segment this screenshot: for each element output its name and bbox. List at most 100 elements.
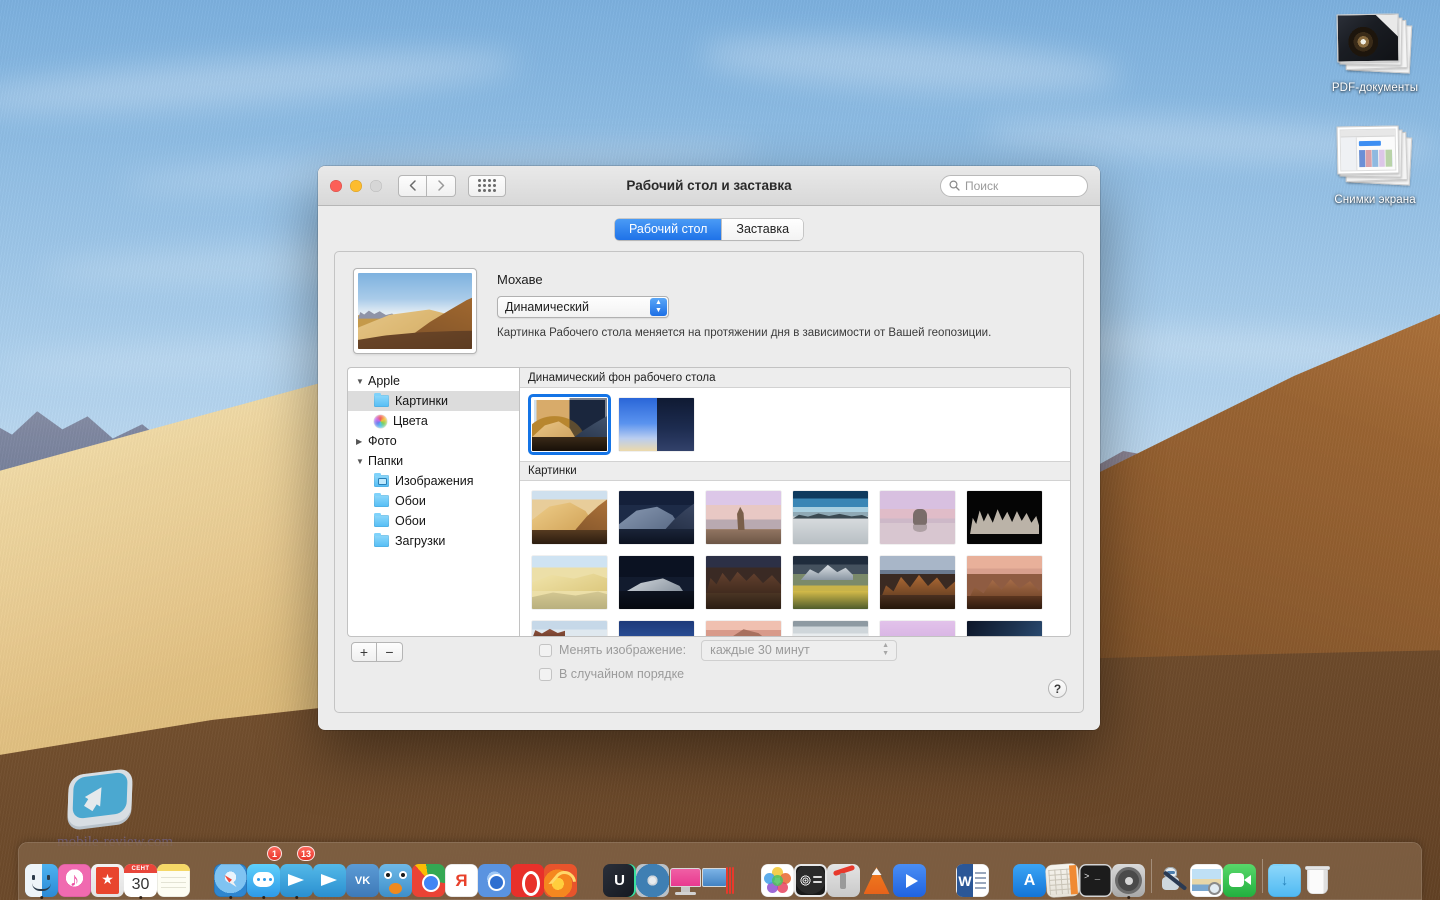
thumb-mojave-day[interactable] [532,491,607,544]
chevron-updown-icon: ▲ ▼ [882,642,890,657]
dock-item-trash[interactable] [1301,849,1334,897]
dock-item-firefox[interactable] [544,849,577,897]
dock-item-chrome[interactable] [412,849,445,897]
dock-item-numbers[interactable] [1044,849,1081,899]
dock-item-word[interactable]: W [956,849,989,897]
search-field[interactable] [940,174,1088,197]
forward-button[interactable] [427,174,456,197]
interval-popup[interactable]: каждые 30 минут ▲ ▼ [701,639,898,661]
tab-desktop[interactable]: Рабочий стол [614,219,722,240]
show-all-grid-button[interactable] [468,174,506,197]
dock-item-chromium[interactable] [478,849,511,897]
close-button[interactable] [330,179,342,192]
dock-item-vlc[interactable] [860,849,893,897]
dock-item-notes[interactable] [157,849,190,897]
sidebar-group-label: Папки [368,454,404,468]
calendar-month-label: СЕНТ [124,864,157,873]
thumb-mojave-dynamic[interactable] [528,394,611,455]
window-titlebar[interactable]: Рабочий стол и заставка [318,166,1100,206]
dock-item-itunes[interactable] [58,849,91,897]
dock-item-parallels[interactable] [702,849,735,897]
sidebar-item-label: Обои [395,494,426,508]
wallpaper-mode-popup[interactable]: Динамический ▲ ▼ [497,296,669,318]
dock-item-calendar[interactable]: СЕНТ 30 [124,849,157,897]
dock-item-app-store[interactable] [1013,849,1046,897]
dock-item-bookmark-app[interactable] [91,849,124,897]
dock-item-photos[interactable] [761,849,794,897]
minimize-button[interactable] [350,179,362,192]
sidebar-item-wallpapers-2[interactable]: Обои [348,511,519,531]
disclosure-triangle-icon[interactable]: ▼ [356,457,366,466]
change-image-checkbox[interactable] [539,643,552,657]
system-preferences-window: Рабочий стол и заставка Рабочий стол Зас… [318,166,1100,730]
sidebar-item-downloads[interactable]: Загрузки [348,531,519,551]
sidebar-group-label: Фото [368,434,397,448]
change-image-row: Менять изображение: каждые 30 минут ▲ ▼ [539,638,898,662]
dock-item-terminal[interactable] [1079,849,1112,897]
dock-item-automator[interactable] [1157,849,1190,897]
dock-item-disk-utility[interactable] [636,849,669,897]
back-button[interactable] [398,174,427,197]
dock-item-telegram-alt[interactable] [313,849,346,897]
sidebar-group-photos[interactable]: ▶ Фото [348,431,519,451]
sidebar-item-images[interactable]: Изображения [348,471,519,491]
wallpaper-preview[interactable] [353,268,477,354]
dock-item-clear-vpn[interactable] [603,849,636,897]
thumb-lake-twilight[interactable] [793,491,868,544]
disclosure-triangle-icon[interactable]: ▶ [356,437,366,446]
thumb-tufa-night[interactable] [967,491,1042,544]
stepper-icon[interactable]: ▲ ▼ [650,298,667,316]
pdf-stack-icon [1336,13,1413,76]
dock-item-finder[interactable] [25,849,58,897]
add-folder-button[interactable]: + [351,642,377,662]
folder-icon [374,492,389,507]
help-button[interactable]: ? [1048,679,1067,698]
dock-item-yandex-browser[interactable] [445,849,478,897]
random-order-checkbox[interactable] [539,667,552,681]
desktop-icon-screenshots[interactable]: Снимки экрана [1310,125,1440,206]
wallpaper-gallery[interactable]: Динамический фон рабочего стола Картинки [519,367,1071,637]
thumb-red-rocks[interactable] [706,556,781,609]
dock-item-opera[interactable] [511,849,544,897]
zoom-button[interactable] [370,179,382,192]
thumb-dunes-pale[interactable] [532,556,607,609]
watermark: mobile-review.com [40,767,190,852]
thumb-high-sierra-lake[interactable] [793,556,868,609]
tab-screensaver[interactable]: Заставка [721,219,804,240]
dock[interactable]: СЕНТ 30 1 13 [18,842,1422,900]
screenshot-stack-icon [1336,125,1413,188]
dock-item-telegram[interactable]: 13 [280,846,315,897]
thumb-dune-dark-night[interactable] [619,556,694,609]
sidebar-group-folders[interactable]: ▼ Папки [348,451,519,471]
remove-folder-button[interactable]: − [377,642,403,662]
desktop-icon-pdf-documents[interactable]: PDF-документы [1310,13,1440,94]
sidebar-item-colors[interactable]: Цвета [348,411,519,431]
dock-item-tweetbot[interactable] [379,849,412,897]
dock-item-imac-app[interactable] [669,849,702,897]
tab-bar: Рабочий стол Заставка [318,206,1100,251]
sidebar-group-apple[interactable]: ▼ Apple [348,371,519,391]
dock-item-radio[interactable] [794,849,827,897]
thumb-mojave-night[interactable] [619,491,694,544]
dock-item-messages[interactable]: 1 [247,846,282,897]
dock-item-movist[interactable] [893,849,926,897]
dock-item-vk[interactable] [346,849,379,897]
sidebar-item-wallpapers-1[interactable]: Обои [348,491,519,511]
desktop: mobile-review.com PDF-документы Снимки э… [0,0,1440,900]
dock-item-clamp-tool[interactable] [827,849,860,897]
sidebar-item-pictures[interactable]: Картинки [348,391,519,411]
thumb-sierra-sunset[interactable] [967,556,1042,609]
interval-value: каждые 30 минут [710,643,810,657]
dock-item-preview[interactable] [1190,849,1223,897]
thumb-sierra-peaks[interactable] [880,556,955,609]
dock-item-safari[interactable] [214,849,247,897]
search-input[interactable] [965,178,1079,193]
thumb-solar-gradients[interactable] [619,398,694,451]
thumb-desert-rock[interactable] [706,491,781,544]
source-sidebar[interactable]: ▼ Apple Картинки Цвета ▶ Фото ▼ Папки Из… [347,367,519,637]
thumb-mono-lake-pink[interactable] [880,491,955,544]
dock-item-facetime[interactable] [1223,849,1256,897]
dock-item-system-preferences[interactable] [1112,849,1145,897]
dock-item-downloads-folder[interactable] [1268,849,1301,897]
disclosure-triangle-icon[interactable]: ▼ [356,377,366,386]
